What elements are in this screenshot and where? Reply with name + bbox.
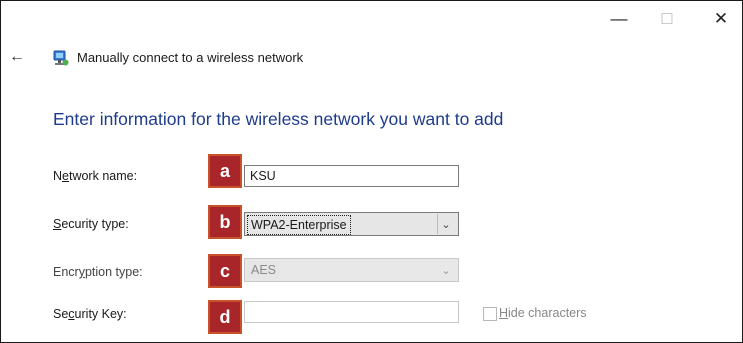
security-key-input[interactable]: [244, 301, 459, 323]
minimize-button[interactable]: —: [599, 7, 639, 31]
close-button[interactable]: ✕: [701, 7, 741, 31]
encryption-type-select[interactable]: AES ⌄: [244, 258, 459, 282]
back-arrow-icon[interactable]: ←: [9, 47, 25, 67]
hide-characters-checkbox[interactable]: [483, 307, 497, 321]
dialog-window: — ☐ ✕ ← Manually connect to a wireless n…: [0, 0, 743, 343]
network-name-label: Network name:: [53, 169, 138, 183]
window-title: Manually connect to a wireless network: [77, 50, 304, 65]
callout-marker-b: b: [208, 205, 242, 239]
callout-marker-d: d: [208, 300, 242, 334]
callout-marker-a: a: [208, 154, 242, 188]
maximize-button[interactable]: ☐: [647, 7, 687, 31]
network-icon: [53, 50, 69, 66]
encryption-type-label: Encryption type:: [53, 265, 143, 279]
security-type-label: Security type:: [53, 217, 129, 231]
security-type-select[interactable]: WPA2-Enterprise ⌄: [244, 212, 459, 236]
chevron-down-icon: ⌄: [441, 264, 451, 277]
chevron-down-icon: ⌄: [437, 214, 454, 234]
security-type-value: WPA2-Enterprise: [247, 215, 351, 235]
hide-characters-label[interactable]: Hide characters: [499, 306, 587, 320]
encryption-type-value: AES: [248, 261, 280, 279]
callout-marker-c: c: [208, 254, 242, 288]
network-name-input[interactable]: KSU: [244, 165, 459, 187]
page-heading: Enter information for the wireless netwo…: [53, 109, 504, 129]
security-key-label: Security Key:: [53, 307, 127, 321]
